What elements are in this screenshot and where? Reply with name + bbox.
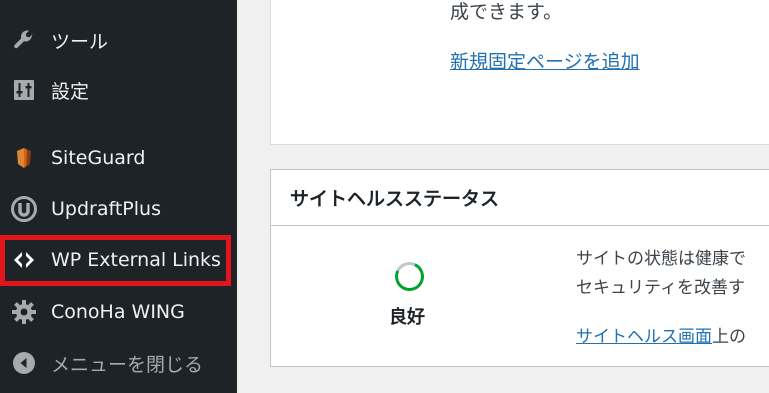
add-new-page-link[interactable]: 新規固定ページを追加 (450, 47, 640, 74)
site-health-screen-link[interactable]: サイトヘルス画面 (576, 327, 712, 347)
sidebar-item-label: 設定 (51, 80, 90, 103)
admin-sidebar: ツール 設定 SiteGuard UpdraftPlus WP External (0, 0, 237, 393)
wrench-icon (11, 27, 37, 53)
settings-sliders-icon (11, 77, 37, 103)
welcome-text: 成できます。 (450, 1, 563, 23)
health-description-link-line: サイトヘルス画面上の (576, 322, 746, 347)
highlight-box (0, 235, 231, 286)
health-description-suffix: 上の (712, 327, 746, 347)
wp-admin-screen: ツール 設定 SiteGuard UpdraftPlus WP External (0, 0, 769, 393)
gear-icon (11, 299, 37, 325)
updraftplus-icon (11, 196, 37, 222)
sidebar-item-siteguard[interactable]: SiteGuard (0, 136, 237, 180)
site-health-widget: サイトヘルスステータス 良好 サイトの状態は健康で セキュリティを改善す サイト… (270, 169, 769, 367)
sidebar-item-updraftplus[interactable]: UpdraftPlus (0, 187, 237, 231)
dashboard-main: 成できます。 新規固定ページを追加 サイトヘルスステータス 良好 サイトの状態は… (237, 0, 769, 393)
sidebar-item-label: SiteGuard (51, 147, 146, 169)
sidebar-item-label: ConoHa WING (51, 301, 185, 323)
sidebar-collapse-menu[interactable]: メニューを閉じる (0, 341, 237, 385)
sidebar-item-settings[interactable]: 設定 (0, 68, 237, 112)
widget-title: サイトヘルスステータス (290, 188, 500, 210)
sidebar-item-label: UpdraftPlus (51, 198, 161, 220)
sidebar-item-tools[interactable]: ツール (0, 18, 237, 62)
sidebar-item-label: メニューを閉じる (51, 353, 204, 376)
health-status-label: 良好 (389, 307, 425, 328)
widget-header: サイトヘルスステータス (271, 170, 769, 226)
health-description-line: セキュリティを改善す (576, 278, 745, 298)
sidebar-item-conoha-wing[interactable]: ConoHa WING (0, 290, 237, 334)
health-status-ring-icon (390, 257, 429, 296)
collapse-menu-icon (11, 350, 37, 376)
sidebar-item-label: ツール (51, 30, 109, 53)
welcome-panel: 成できます。 新規固定ページを追加 (270, 0, 769, 145)
siteguard-shield-icon (11, 145, 37, 171)
health-description-line: サイトの状態は健康で (576, 249, 746, 269)
